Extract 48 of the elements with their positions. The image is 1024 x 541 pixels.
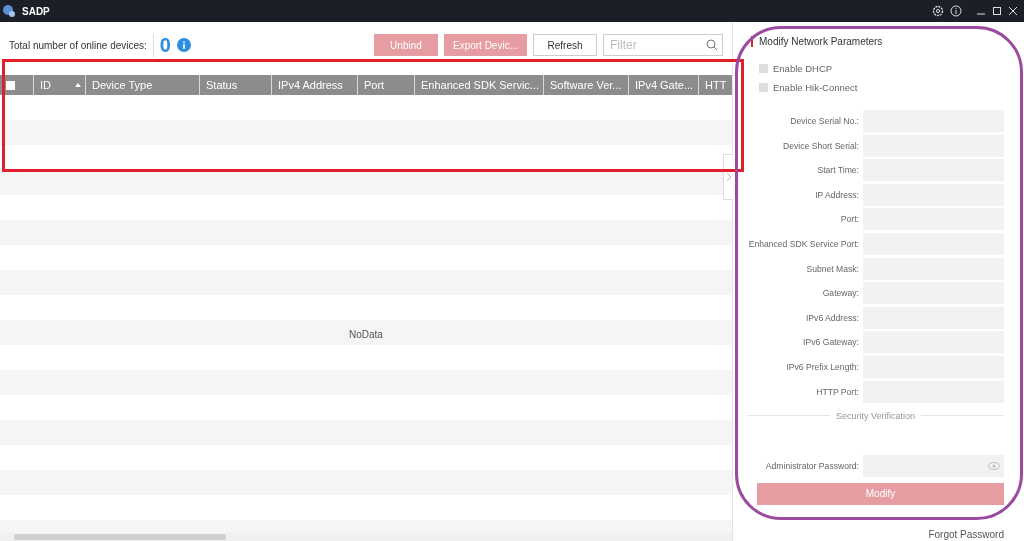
window-title: SADP bbox=[22, 5, 50, 17]
panel-title: Modify Network Parameters bbox=[751, 36, 1004, 47]
toolbar-button[interactable]: Refresh bbox=[533, 34, 597, 56]
column-header[interactable]: IPv4 Address bbox=[278, 79, 343, 91]
field-label: Device Short Serial: bbox=[783, 140, 859, 151]
option-checkbox[interactable] bbox=[759, 83, 768, 92]
column-header[interactable]: Enhanced SDK Servic... bbox=[421, 79, 539, 91]
search-icon bbox=[706, 39, 718, 51]
column-header[interactable]: Port bbox=[364, 79, 385, 91]
maximize-icon[interactable] bbox=[992, 6, 1002, 16]
column-header[interactable]: Status bbox=[206, 79, 238, 91]
online-devices-label: Total number of online devices: bbox=[9, 39, 147, 51]
empty-table-message: NoData bbox=[349, 329, 383, 340]
scrollbar-thumb[interactable] bbox=[14, 534, 226, 540]
field-label: Administrator Password: bbox=[765, 460, 859, 471]
field-label: Subnet Mask: bbox=[806, 263, 859, 274]
info-icon[interactable] bbox=[177, 38, 191, 52]
close-icon[interactable] bbox=[1008, 6, 1018, 16]
field-label: Gateway: bbox=[822, 288, 859, 299]
column-header[interactable]: Device Type bbox=[92, 79, 153, 91]
filter-field[interactable]: Filter bbox=[603, 34, 723, 56]
eye-icon[interactable] bbox=[988, 461, 1000, 470]
field-label: HTTP Port: bbox=[816, 386, 859, 397]
field-label: IPv6 Prefix Length: bbox=[786, 361, 859, 372]
field-label: Start Time: bbox=[817, 165, 859, 176]
column-header[interactable]: IPv4 Gate... bbox=[635, 79, 694, 91]
forgot-password-link[interactable]: Forgot Password bbox=[928, 529, 1004, 541]
app-logo-icon bbox=[2, 4, 16, 18]
field-label: IPv6 Address: bbox=[805, 312, 859, 323]
field-label: Port: bbox=[840, 214, 859, 225]
info-icon[interactable] bbox=[950, 5, 962, 17]
column-header[interactable]: HTT bbox=[705, 79, 727, 91]
sort-icon[interactable] bbox=[75, 83, 81, 87]
field-label: IPv6 Gateway: bbox=[803, 337, 859, 348]
select-all-checkbox[interactable] bbox=[6, 80, 15, 90]
online-device-count: 0 bbox=[152, 33, 171, 57]
settings-icon[interactable] bbox=[932, 5, 944, 17]
field-label: Enhanced SDK Service Port: bbox=[748, 238, 859, 249]
field-label: Device Serial No.: bbox=[790, 116, 859, 126]
option-checkbox[interactable] bbox=[759, 64, 768, 73]
option-label: Enable DHCP bbox=[773, 63, 833, 74]
column-header[interactable]: Software Ver... bbox=[550, 79, 622, 91]
option-label: Enable Hik-Connect bbox=[773, 82, 858, 93]
column-header[interactable]: ID bbox=[40, 79, 51, 91]
field-label: IP Address: bbox=[815, 189, 859, 200]
section-heading: Security Verification bbox=[836, 410, 916, 421]
collapse-handle[interactable] bbox=[723, 154, 733, 200]
password-field[interactable] bbox=[863, 454, 1004, 477]
